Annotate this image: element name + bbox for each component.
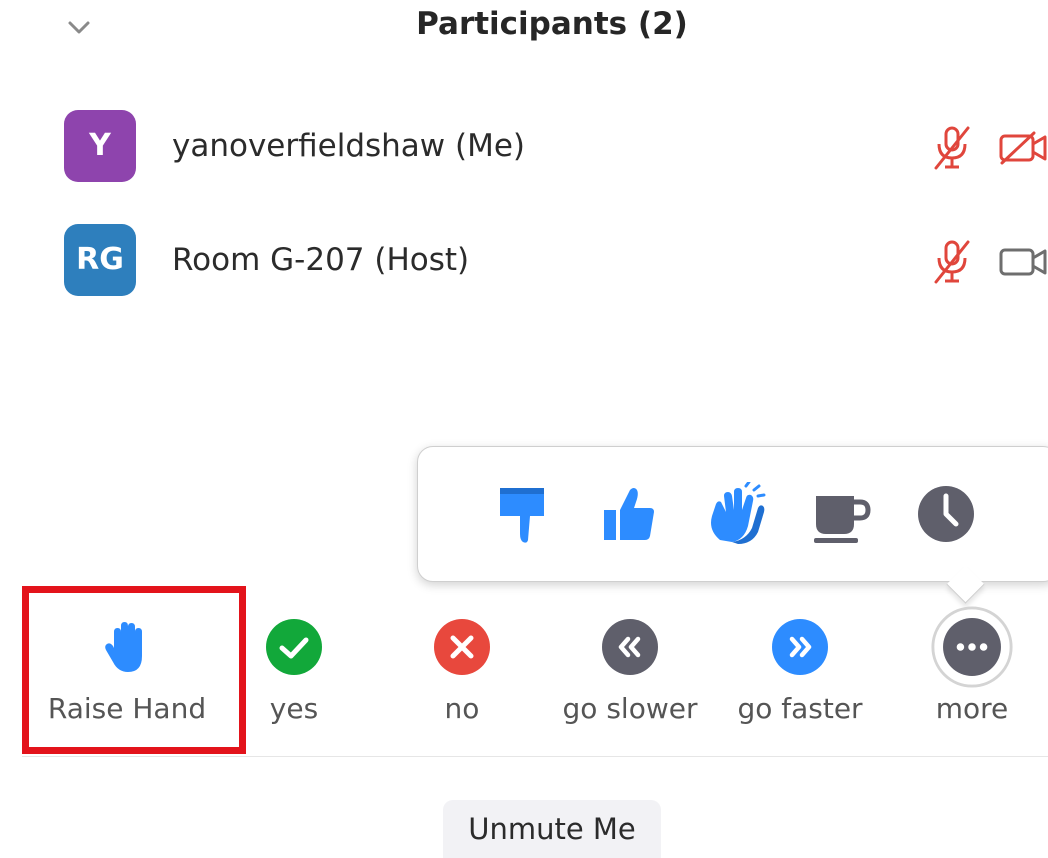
go-faster-button[interactable]: go faster bbox=[722, 618, 878, 738]
no-button[interactable]: no bbox=[404, 618, 520, 738]
video-off-icon[interactable] bbox=[998, 130, 1048, 166]
go-faster-label: go faster bbox=[737, 692, 863, 725]
avatar: Y bbox=[64, 110, 136, 182]
yes-label: yes bbox=[269, 692, 319, 725]
participant-name: Room G-207 (Host) bbox=[172, 242, 470, 278]
participant-name: yanoverfieldshaw (Me) bbox=[172, 128, 526, 164]
close-icon bbox=[434, 619, 490, 675]
panel-title: Participants (2) bbox=[416, 6, 688, 42]
fast-forward-icon bbox=[772, 619, 828, 675]
divider bbox=[22, 756, 1048, 757]
mic-muted-icon[interactable] bbox=[930, 124, 974, 172]
clap-icon[interactable] bbox=[702, 482, 766, 546]
check-icon bbox=[266, 619, 322, 675]
thumbs-down-icon[interactable] bbox=[490, 482, 554, 546]
more-icon bbox=[931, 606, 1013, 688]
more-button[interactable]: more bbox=[916, 606, 1028, 738]
rewind-icon bbox=[602, 619, 658, 675]
go-slower-label: go slower bbox=[562, 692, 698, 725]
participant-row[interactable]: RG Room G-207 (Host) bbox=[0, 224, 1048, 304]
yes-button[interactable]: yes bbox=[236, 618, 352, 738]
no-label: no bbox=[444, 692, 480, 725]
participants-panel: Participants (2) Y yanoverfieldshaw (Me)… bbox=[0, 0, 1048, 858]
avatar: RG bbox=[64, 224, 136, 296]
highlight-box bbox=[22, 586, 246, 754]
unmute-me-button[interactable]: Unmute Me bbox=[443, 800, 661, 858]
video-on-icon[interactable] bbox=[998, 244, 1048, 280]
coffee-icon[interactable] bbox=[808, 482, 872, 546]
clock-icon[interactable] bbox=[914, 482, 978, 546]
mic-muted-icon[interactable] bbox=[930, 238, 974, 286]
thumbs-up-icon[interactable] bbox=[596, 482, 660, 546]
go-slower-button[interactable]: go slower bbox=[552, 618, 708, 738]
participant-row[interactable]: Y yanoverfieldshaw (Me) bbox=[0, 110, 1048, 190]
more-label: more bbox=[935, 692, 1009, 725]
